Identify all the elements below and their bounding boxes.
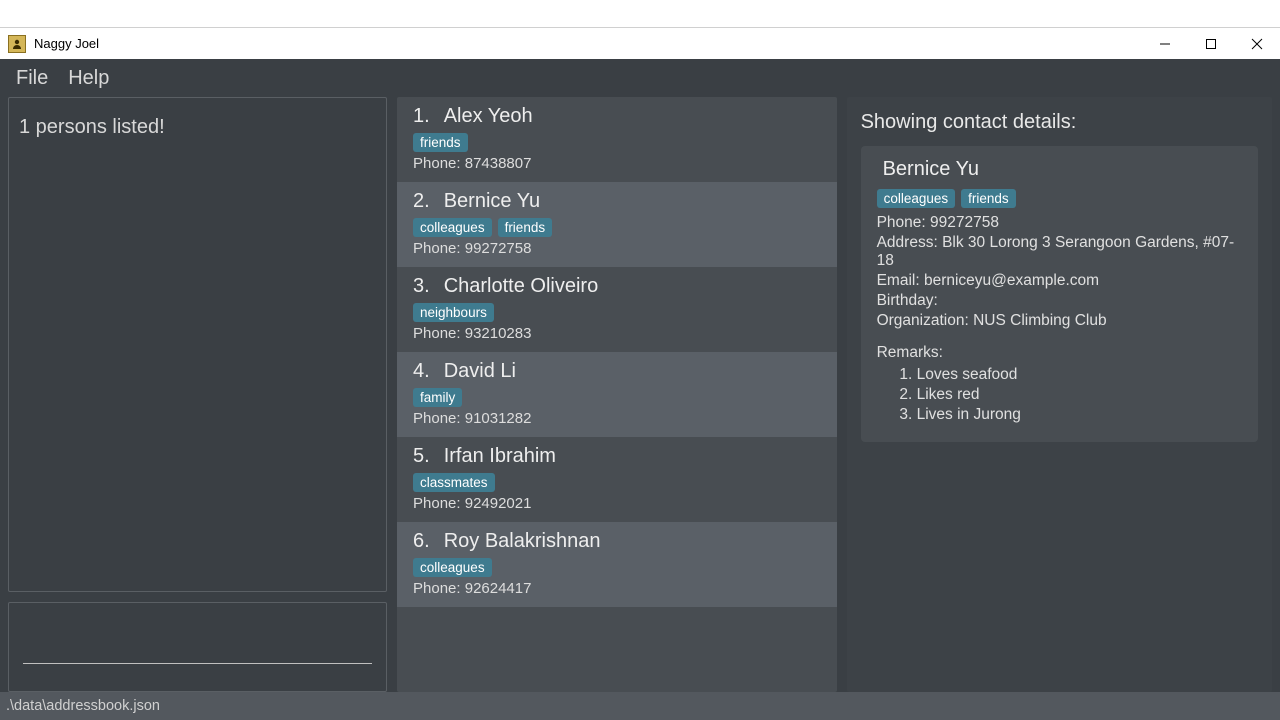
browser-chrome-gap: [0, 0, 1280, 27]
detail-organization: Organization: NUS Climbing Club: [877, 312, 1242, 330]
person-name: Bernice Yu: [444, 190, 540, 213]
person-tags: colleagues: [413, 558, 821, 577]
left-column: 1 persons listed!: [8, 97, 387, 692]
remark-item: Likes red: [917, 386, 1242, 404]
person-index: 5.: [413, 445, 430, 468]
tag: classmates: [413, 473, 495, 492]
remark-item: Lives in Jurong: [917, 406, 1242, 424]
result-display-text: 1 persons listed!: [19, 116, 376, 139]
menu-help[interactable]: Help: [68, 67, 109, 90]
person-tags: classmates: [413, 473, 821, 492]
person-row[interactable]: 3. Charlotte Oliveiro neighbours Phone: 932…: [397, 267, 837, 352]
result-display-panel: 1 persons listed!: [8, 97, 387, 592]
person-name: David Li: [444, 360, 516, 383]
person-header: 1. Alex Yeoh: [413, 105, 821, 128]
detail-remarks-label: Remarks:: [877, 344, 1242, 362]
person-header: 4. David Li: [413, 360, 821, 383]
detail-birthday: Birthday:: [877, 292, 1242, 310]
tag: neighbours: [413, 303, 494, 322]
person-header: 5. Irfan Ibrahim: [413, 445, 821, 468]
detail-card: Bernice Yu colleagues friends Phone: 9927…: [861, 146, 1258, 442]
person-row[interactable]: 4. David Li family Phone: 91031282: [397, 352, 837, 437]
close-button[interactable]: [1234, 28, 1280, 60]
person-index: 3.: [413, 275, 430, 298]
person-row[interactable]: 1. Alex Yeoh friends Phone: 87438807: [397, 97, 837, 182]
window-controls: [1142, 28, 1280, 60]
person-phone: Phone: 91031282: [413, 410, 821, 427]
person-index: 4.: [413, 360, 430, 383]
person-phone: Phone: 92624417: [413, 580, 821, 597]
detail-name: Bernice Yu: [883, 158, 1242, 181]
detail-section-title: Showing contact details:: [861, 111, 1258, 134]
maximize-icon: [1205, 38, 1217, 50]
remark-item: Loves seafood: [917, 366, 1242, 384]
person-row[interactable]: 5. Irfan Ibrahim classmates Phone: 92492021: [397, 437, 837, 522]
contact-detail-panel: Showing contact details: Bernice Yu coll…: [847, 97, 1272, 692]
window-title: Naggy Joel: [34, 36, 99, 51]
person-header: 6. Roy Balakrishnan: [413, 530, 821, 553]
person-index: 6.: [413, 530, 430, 553]
person-tags: friends: [413, 133, 821, 152]
person-list-panel[interactable]: 1. Alex Yeoh friends Phone: 87438807 2. Berni…: [397, 97, 837, 692]
person-name: Roy Balakrishnan: [444, 530, 601, 553]
detail-email: Email: berniceyu@example.com: [877, 272, 1242, 290]
detail-phone: Phone: 99272758: [877, 214, 1242, 232]
person-row[interactable]: 2. Bernice Yu colleagues friends Phone: 9927…: [397, 182, 837, 267]
person-tags: family: [413, 388, 821, 407]
maximize-button[interactable]: [1188, 28, 1234, 60]
tag: colleagues: [413, 218, 492, 237]
person-phone: Phone: 92492021: [413, 495, 821, 512]
app-icon: [8, 35, 26, 53]
minimize-button[interactable]: [1142, 28, 1188, 60]
person-phone: Phone: 99272758: [413, 240, 821, 257]
person-header: 2. Bernice Yu: [413, 190, 821, 213]
person-tags: colleagues friends: [413, 218, 821, 237]
person-tags: neighbours: [413, 303, 821, 322]
window-titlebar: Naggy Joel: [0, 27, 1280, 59]
tag: friends: [498, 218, 553, 237]
tag: friends: [413, 133, 468, 152]
person-index: 1.: [413, 105, 430, 128]
person-phone: Phone: 93210283: [413, 325, 821, 342]
person-index: 2.: [413, 190, 430, 213]
detail-address: Address: Blk 30 Lorong 3 Serangoon Garde…: [877, 234, 1242, 270]
tag: colleagues: [877, 189, 956, 208]
tag: colleagues: [413, 558, 492, 577]
app-body: File Help 1 persons listed! 1. Alex Yeoh f…: [0, 59, 1280, 720]
person-name: Charlotte Oliveiro: [444, 275, 599, 298]
minimize-icon: [1159, 38, 1171, 50]
command-input[interactable]: [23, 630, 372, 664]
close-icon: [1251, 38, 1263, 50]
person-phone: Phone: 87438807: [413, 155, 821, 172]
tag: friends: [961, 189, 1016, 208]
tag: family: [413, 388, 462, 407]
status-footer-path: .\data\addressbook.json: [6, 698, 160, 714]
person-header: 3. Charlotte Oliveiro: [413, 275, 821, 298]
detail-tags: colleagues friends: [877, 189, 1242, 208]
content-area: 1 persons listed! 1. Alex Yeoh friends Phon…: [0, 97, 1280, 692]
menu-file[interactable]: File: [16, 67, 48, 90]
command-input-panel: [8, 602, 387, 692]
detail-remarks-list: Loves seafood Likes red Lives in Jurong: [917, 366, 1242, 424]
menubar: File Help: [0, 59, 1280, 97]
person-name: Irfan Ibrahim: [444, 445, 556, 468]
person-name: Alex Yeoh: [444, 105, 533, 128]
status-footer: .\data\addressbook.json: [0, 692, 1280, 720]
person-row[interactable]: 6. Roy Balakrishnan colleagues Phone: 92624…: [397, 522, 837, 607]
